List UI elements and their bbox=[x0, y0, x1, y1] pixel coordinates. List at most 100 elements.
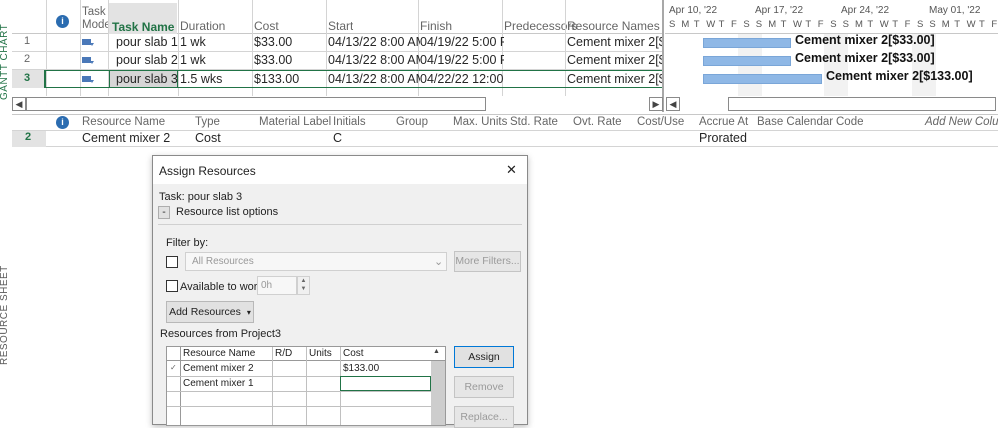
resource-type[interactable]: Cost bbox=[195, 131, 221, 145]
task-row[interactable]: 2 pour slab 2 1 wk $33.00 04/13/22 8:00 … bbox=[12, 52, 662, 70]
auto-schedule-icon bbox=[82, 55, 95, 65]
info-icon: i bbox=[61, 117, 64, 127]
table-vertical-scrollbar[interactable] bbox=[431, 361, 445, 425]
resource-sheet-side-label: RESOURCE SHEET bbox=[0, 265, 10, 365]
task-start[interactable]: 04/13/22 8:00 AM bbox=[328, 72, 420, 86]
replace-button[interactable]: Replace... bbox=[454, 406, 514, 428]
resource-list-cost[interactable]: $133.00 bbox=[343, 363, 379, 374]
task-resources[interactable]: Cement mixer 2[$1 bbox=[567, 72, 662, 86]
task-name[interactable]: pour slab 2 bbox=[116, 53, 182, 67]
day-label: T bbox=[718, 19, 725, 30]
available-hours-input[interactable]: 0h bbox=[257, 276, 297, 295]
timeline-scrollbar[interactable] bbox=[728, 97, 996, 111]
column-header-code[interactable]: Code bbox=[836, 116, 864, 128]
scroll-right-button[interactable]: ▶ bbox=[649, 97, 663, 111]
day-label: T bbox=[805, 19, 812, 30]
task-start[interactable]: 04/13/22 8:00 AM bbox=[328, 35, 420, 49]
available-to-work-checkbox[interactable] bbox=[166, 280, 178, 292]
row-id: 2 bbox=[24, 53, 31, 65]
task-cost[interactable]: $33.00 bbox=[254, 53, 292, 67]
column-header-cost-use[interactable]: Cost/Use bbox=[637, 116, 684, 128]
info-column-header[interactable]: i bbox=[56, 15, 69, 28]
task-table-scrollbar[interactable] bbox=[26, 97, 486, 111]
filter-checkbox[interactable] bbox=[166, 256, 178, 268]
hours-spinner[interactable]: ▲ ▼ bbox=[297, 276, 310, 295]
task-start[interactable]: 04/13/22 8:00 AM bbox=[328, 53, 420, 67]
column-header-cost[interactable]: Cost bbox=[343, 348, 364, 359]
day-label: S bbox=[669, 19, 676, 30]
column-header-type[interactable]: Type bbox=[195, 116, 220, 128]
week-label: May 01, '22 bbox=[929, 5, 981, 16]
column-header-initials[interactable]: Initials bbox=[333, 116, 366, 128]
add-resources-button[interactable]: Add Resources ▾ bbox=[166, 301, 254, 323]
resource-list-name: Cement mixer 2 bbox=[183, 363, 254, 374]
gantt-bar[interactable] bbox=[703, 56, 791, 66]
resource-list-cost-input[interactable] bbox=[340, 376, 431, 391]
timeline-scroll-left[interactable]: ◀ bbox=[666, 97, 680, 111]
column-header-cost[interactable]: Cost bbox=[254, 18, 279, 35]
assign-button[interactable]: Assign bbox=[454, 346, 514, 368]
task-finish[interactable]: 04/19/22 5:00 P bbox=[420, 53, 504, 67]
task-cost[interactable]: $133.00 bbox=[254, 72, 299, 86]
task-duration[interactable]: 1.5 wks bbox=[180, 72, 222, 86]
column-header-resource-name[interactable]: Resource Name bbox=[183, 348, 255, 359]
task-finish[interactable]: 04/19/22 5:00 P bbox=[420, 35, 504, 49]
auto-schedule-icon bbox=[82, 74, 95, 84]
day-label: W bbox=[879, 19, 889, 30]
scroll-up-icon[interactable]: ▲ bbox=[433, 348, 440, 355]
column-header-std-rate[interactable]: Std. Rate bbox=[510, 116, 558, 128]
row-id: 2 bbox=[25, 131, 32, 143]
filter-by-label: Filter by: bbox=[166, 237, 209, 249]
resource-list-row[interactable]: ✓ Cement mixer 2 $133.00 bbox=[167, 362, 431, 376]
filter-select[interactable]: All Resources ⌄ bbox=[185, 252, 447, 271]
task-row[interactable]: 1 pour slab 1 1 wk $33.00 04/13/22 8:00 … bbox=[12, 34, 662, 52]
column-header-task-name[interactable]: Task Name bbox=[109, 3, 177, 34]
day-label: F bbox=[991, 19, 998, 30]
task-cost[interactable]: $33.00 bbox=[254, 35, 292, 49]
day-label: T bbox=[867, 19, 874, 30]
task-finish[interactable]: 04/22/22 12:00 bbox=[420, 72, 504, 86]
task-table-header: i Task Mode Task Name Duration Cost Star… bbox=[12, 0, 664, 34]
resource-name[interactable]: Cement mixer 2 bbox=[82, 131, 170, 145]
gantt-bar[interactable] bbox=[703, 74, 822, 84]
day-label: M bbox=[941, 19, 950, 30]
task-duration[interactable]: 1 wk bbox=[180, 53, 206, 67]
resource-initials[interactable]: C bbox=[333, 131, 342, 145]
resource-info-column-header[interactable]: i bbox=[56, 116, 69, 129]
column-header-resource-names[interactable]: Resource Names bbox=[567, 18, 660, 35]
column-header-accrue-at[interactable]: Accrue At bbox=[699, 116, 748, 128]
gantt-bar[interactable] bbox=[703, 38, 791, 48]
column-header-resource-name[interactable]: Resource Name bbox=[82, 116, 165, 128]
column-header-base-calendar[interactable]: Base Calendar bbox=[757, 116, 833, 128]
column-header-finish[interactable]: Finish bbox=[420, 18, 452, 35]
task-duration[interactable]: 1 wk bbox=[180, 35, 206, 49]
task-name[interactable]: pour slab 3 bbox=[116, 72, 178, 86]
resource-accrue[interactable]: Prorated bbox=[699, 131, 747, 145]
resource-row[interactable]: 2 Cement mixer 2 Cost C Prorated bbox=[12, 131, 998, 147]
close-icon[interactable]: ✕ bbox=[506, 162, 517, 178]
day-label: F bbox=[817, 19, 824, 30]
resource-list-row[interactable]: Cement mixer 1 bbox=[167, 376, 431, 391]
week-label: Apr 10, '22 bbox=[669, 5, 718, 16]
more-filters-button[interactable]: More Filters... bbox=[454, 251, 521, 272]
row-id: 3 bbox=[24, 72, 31, 84]
task-name[interactable]: pour slab 1 bbox=[116, 35, 182, 49]
column-header-material-label[interactable]: Material Label bbox=[259, 116, 331, 128]
assigned-check-icon: ✓ bbox=[170, 363, 177, 372]
remove-button[interactable]: Remove bbox=[454, 376, 514, 398]
day-label: S bbox=[755, 19, 763, 30]
task-row-selected[interactable]: 3 pour slab 3 1.5 wks $133.00 04/13/22 8… bbox=[12, 70, 662, 88]
column-header-max-units[interactable]: Max. Units bbox=[453, 116, 507, 128]
column-header-group[interactable]: Group bbox=[396, 116, 428, 128]
scroll-left-button[interactable]: ◀ bbox=[12, 97, 26, 111]
column-header-ovt-rate[interactable]: Ovt. Rate bbox=[573, 116, 622, 128]
column-header-start[interactable]: Start bbox=[328, 18, 353, 35]
column-header-units[interactable]: Units bbox=[309, 348, 332, 359]
collapse-options-button[interactable]: - bbox=[158, 206, 170, 219]
task-resources[interactable]: Cement mixer 2[$3 bbox=[567, 53, 662, 67]
task-resources[interactable]: Cement mixer 2[$3 bbox=[567, 35, 662, 49]
column-header-duration[interactable]: Duration bbox=[180, 18, 225, 35]
day-label: T bbox=[693, 19, 700, 30]
column-header-rd[interactable]: R/D bbox=[275, 348, 292, 359]
column-header-add-new[interactable]: Add New Colum bbox=[925, 116, 998, 128]
